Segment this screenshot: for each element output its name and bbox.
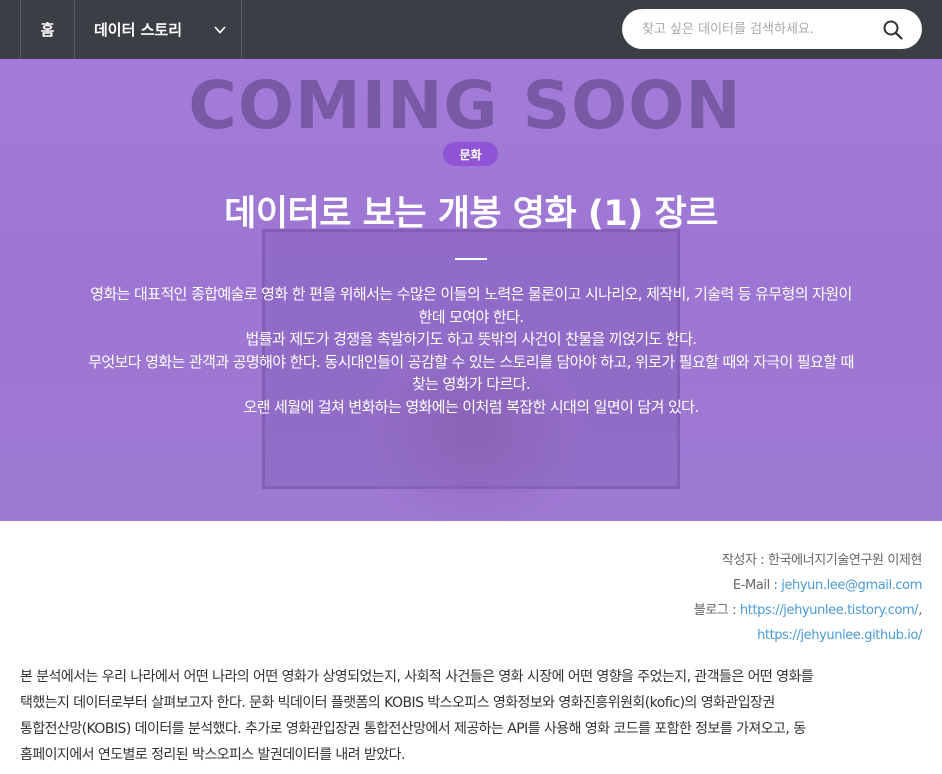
- title-divider: [455, 258, 487, 260]
- body-line: 통합전산망(KOBIS) 데이터를 분석했다. 추가로 영화관입장권 통합전산망…: [20, 721, 806, 737]
- intro-line: 무엇보다 영화는 관객과 공명해야 한다. 동시대인들이 공감할 수 있는 스토…: [88, 352, 854, 371]
- intro-line: 찾는 영화가 다르다.: [411, 375, 531, 393]
- search-box: [622, 9, 922, 49]
- top-nav: 홈 데이터 스토리: [0, 0, 942, 59]
- author-email-label: E-Mail :: [732, 578, 782, 593]
- author-blog-link-2[interactable]: https://jehyunlee.github.io/: [757, 628, 922, 643]
- page-title: 데이터로 보는 개봉 영화 (1) 장르: [224, 194, 718, 234]
- intro-line: 법률과 제도가 경쟁을 촉발하기도 하고 뜻밖의 사건이 찬물을 끼얹기도 한다…: [245, 330, 697, 348]
- search-icon[interactable]: [882, 19, 904, 41]
- author-info: 작성자 : 한국에너지기술연구원 이제현 E-Mail : jehyun.lee…: [322, 548, 923, 648]
- author-email-row: E-Mail : jehyun.lee@gmail.com: [322, 573, 923, 598]
- nav-home-label: 홈: [40, 21, 55, 39]
- body-line: 택했는지 데이터로부터 살펴보고자 한다. 문화 빅데이터 플랫폼의 KOBIS…: [20, 695, 775, 711]
- intro-line: 오랜 세월에 걸쳐 변화하는 영화에는 이처럼 복잡한 시대의 일면이 담겨 있…: [243, 397, 699, 416]
- search-input[interactable]: [642, 9, 872, 49]
- hero-intro: 영화는 대표적인 종합예술로 영화 한 편을 위해서는 수많은 이들의 노력은 …: [16, 283, 926, 418]
- author-writer: 작성자 : 한국에너지기술연구원 이제현: [721, 553, 923, 568]
- body-line: 본 분석에서는 우리 나라에서 어떤 나라의 어떤 영화가 상영되었는지, 사회…: [20, 669, 814, 685]
- nav-home-link[interactable]: 홈: [20, 0, 75, 59]
- article-body: 본 분석에서는 우리 나라에서 어떤 나라의 어떤 영화가 상영되었는지, 사회…: [20, 664, 922, 768]
- author-blog-link-1[interactable]: https://jehyunlee.tistory.com/: [740, 603, 919, 618]
- author-blog-separator: ,: [918, 603, 922, 618]
- author-blog-label: 블로그 :: [693, 603, 740, 618]
- nav-data-story-dropdown[interactable]: 데이터 스토리: [75, 0, 242, 59]
- author-blog-row: 블로그 : https://jehyunlee.tistory.com/,: [322, 598, 923, 623]
- nav-data-story-label: 데이터 스토리: [94, 21, 183, 39]
- chevron-down-icon: [214, 26, 226, 34]
- author-blog-row-2: https://jehyunlee.github.io/: [322, 623, 922, 648]
- category-badge[interactable]: 문화: [443, 142, 498, 166]
- intro-line: 한데 모여야 한다.: [418, 307, 525, 326]
- intro-line: 영화는 대표적인 종합예술로 영화 한 편을 위해서는 수많은 이들의 노력은 …: [90, 285, 852, 303]
- body-line: 홈페이지에서 연도별로 정리된 박스오피스 발권데이터를 내려 받았다.: [20, 747, 405, 763]
- author-email-link[interactable]: jehyun.lee@gmail.com: [781, 578, 922, 593]
- hero-banner: COMING SOON 문화 데이터로 보는 개봉 영화 (1) 장르 영화는 …: [0, 59, 942, 521]
